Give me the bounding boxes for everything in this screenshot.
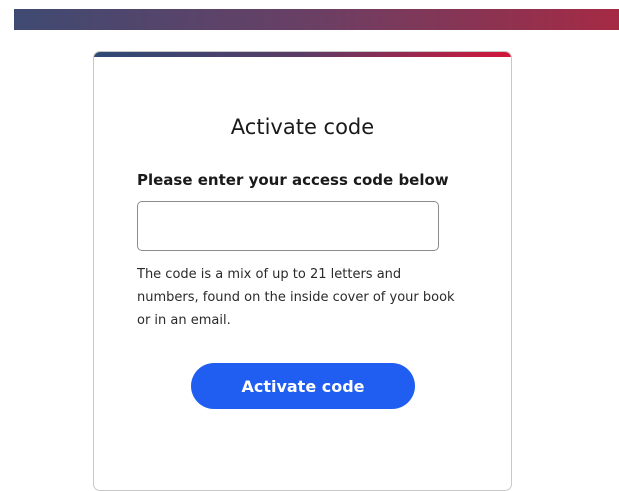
access-code-help-text: The code is a mix of up to 21 letters an…: [137, 267, 455, 328]
card-accent-bar: [94, 52, 511, 57]
access-code-input[interactable]: [137, 201, 439, 251]
activate-code-button[interactable]: Activate code: [191, 363, 415, 409]
activate-code-card: Activate code Please enter your access c…: [93, 51, 512, 491]
page-title: Activate code: [230, 115, 375, 139]
top-banner: [14, 9, 619, 30]
access-code-label: Please enter your access code below: [137, 171, 449, 189]
